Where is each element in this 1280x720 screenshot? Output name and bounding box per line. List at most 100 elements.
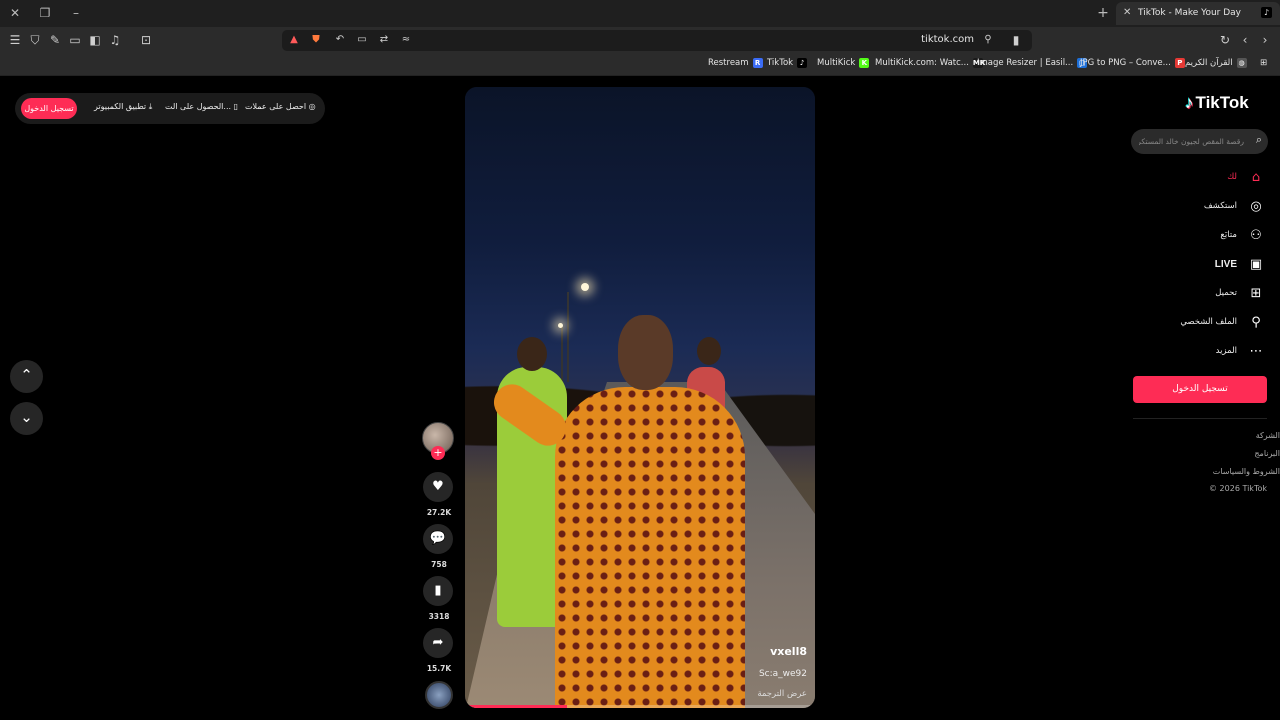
search-box[interactable]: ⌕ <box>1131 129 1268 154</box>
video-username[interactable]: vxell8 <box>770 645 807 658</box>
url-text[interactable]: tiktok.com <box>921 34 974 45</box>
sidebar-divider <box>1133 418 1267 419</box>
bookmark-icon[interactable]: ▮ <box>1008 32 1024 48</box>
bookmark-item[interactable]: MultiKick K <box>817 58 870 68</box>
tiktok-favicon-icon: ♪ <box>1261 7 1272 18</box>
sidebar-item-label: استكشف <box>1203 201 1237 211</box>
video-progress-bar[interactable] <box>465 705 815 708</box>
comment-icon: 💬 <box>429 531 447 546</box>
restore-window-icon[interactable]: ❐ <box>35 4 55 22</box>
profile-icon: ⚲ <box>1251 314 1261 330</box>
sidebar-item-live[interactable]: LIVE ▣ <box>1215 253 1265 275</box>
see-translation-link[interactable]: عرض الترجمة <box>757 689 807 699</box>
footer-terms-link[interactable]: الشروط والسياسات <box>1213 467 1280 476</box>
bookmark-favicon-icon: ♪ <box>797 58 808 68</box>
bookmark-label: Image Resizer | Easil... <box>977 58 1074 68</box>
lamp-light <box>558 323 563 328</box>
search-icon[interactable]: ⌕ <box>1256 133 1262 147</box>
lamp-pole <box>561 327 563 387</box>
video-sound[interactable]: Sc:a_we92 <box>759 669 807 679</box>
like-button[interactable]: ♥ <box>423 472 453 502</box>
next-video-button[interactable]: ⌄ <box>10 402 43 435</box>
screenshot-icon[interactable]: ⊡ <box>138 32 154 48</box>
like-count: 27.2K <box>426 508 452 517</box>
sidebar-item-more[interactable]: المزيد ⋯ <box>1216 340 1265 362</box>
adblock-icon[interactable]: ⛊ <box>308 32 324 48</box>
logo-text: TikTok <box>1195 93 1249 112</box>
address-bar[interactable]: ▲ ⛊ ↶ ▭ ⇄ ≈ tiktok.com ⚲ <box>282 30 1032 51</box>
desktop-app-link[interactable]: تطبيق الكمبيوتر ⤓ <box>94 102 152 112</box>
site-settings-icon[interactable]: ⚲ <box>980 32 996 48</box>
compass-icon: ◎ <box>1250 198 1262 214</box>
minimize-window-icon[interactable]: – <box>66 4 86 22</box>
person-leopard-robe <box>555 387 745 708</box>
close-tab-icon[interactable]: ✕ <box>1123 7 1131 18</box>
video-progress-fill <box>465 705 567 708</box>
music-icon[interactable]: ♫ <box>107 32 123 48</box>
reload-icon[interactable]: ↻ <box>1217 32 1233 48</box>
forward-icon[interactable]: › <box>1257 32 1273 48</box>
browser-tab-bar: ✕ ❐ – + ✕ TikTok - Make Your Day ♪ <box>0 0 1280 27</box>
pin-icon[interactable]: ✎ <box>47 32 63 48</box>
tiktok-logo[interactable]: ♪ TikTok <box>1185 93 1249 113</box>
search-input[interactable] <box>1139 134 1244 149</box>
get-coins-link[interactable]: احصل على عملات ◎ <box>245 102 316 111</box>
sidebar-icon[interactable]: ◧ <box>87 32 103 48</box>
bookmark-item[interactable]: Image Resizer | Easil... ▢ <box>977 58 1088 68</box>
tiktok-page: تسجيل الدخول تطبيق الكمبيوتر ⤓ الحصول عل… <box>0 77 1280 720</box>
reader-icon[interactable]: ≈ <box>398 32 414 48</box>
promo-login-button[interactable]: تسجيل الدخول <box>21 98 77 119</box>
save-count: 3318 <box>428 612 450 621</box>
comment-button[interactable]: 💬 <box>423 524 453 554</box>
bookmark-favicon-icon: K <box>859 58 870 68</box>
save-button[interactable]: ▮ <box>423 576 453 606</box>
previous-video-button[interactable]: ⌃ <box>10 360 43 393</box>
bookmark-label: TikTok <box>767 58 794 68</box>
promo-bar: تسجيل الدخول تطبيق الكمبيوتر ⤓ الحصول عل… <box>15 93 325 124</box>
browser-tab[interactable]: ✕ TikTok - Make Your Day ♪ <box>1116 2 1280 25</box>
bookmark-item[interactable]: TikTok ♪ <box>767 58 808 68</box>
bookmark-item[interactable]: MultiKick.com: Watc... MK <box>875 58 985 68</box>
apps-icon[interactable]: ⊞ <box>1260 58 1267 68</box>
menu-icon[interactable]: ☰ <box>7 32 23 48</box>
bookmarks-bar: Restream R TikTok ♪ MultiKick K MultiKick.com:… <box>0 53 1280 76</box>
sidebar-item-upload[interactable]: تحميل ⊞ <box>1215 282 1265 304</box>
footer-program-link[interactable]: البرنامج <box>1254 449 1280 458</box>
back-icon[interactable]: ‹ <box>1237 32 1253 48</box>
translate-icon[interactable]: ⇄ <box>376 32 392 48</box>
tab-title: TikTok - Make Your Day <box>1138 8 1242 18</box>
footer-company-link[interactable]: الشركة <box>1256 431 1280 440</box>
bookmark-item[interactable]: Restream R <box>708 58 763 68</box>
footer-copyright: © 2026 TikTok <box>1209 484 1267 493</box>
sidebar-item-compass[interactable]: استكشف ◎ <box>1204 195 1265 217</box>
sidebar-item-home[interactable]: لك ⌂ <box>1227 166 1265 188</box>
back-history-icon[interactable]: ↶ <box>332 32 348 48</box>
sidebar-login-button[interactable]: تسجيل الدخول <box>1133 376 1267 403</box>
bookmark-icon: ▮ <box>434 583 442 598</box>
follow-plus-icon[interactable]: + <box>431 446 445 460</box>
music-disc-icon[interactable] <box>425 681 453 709</box>
bookmark-favicon-icon: P <box>1174 58 1185 68</box>
person-head <box>517 337 547 371</box>
aria-icon[interactable]: ▲ <box>286 32 302 48</box>
tabs-icon[interactable]: ▭ <box>67 32 83 48</box>
sidebar-item-label: المزيد <box>1215 346 1237 356</box>
sidebar-item-user-add[interactable]: متابَع ⚇ <box>1220 224 1265 246</box>
lamp-light <box>581 283 589 291</box>
sidebar-item-label: تحميل <box>1215 288 1237 298</box>
sidebar-item-profile[interactable]: الملف الشخصي ⚲ <box>1180 311 1265 333</box>
bookmark-item[interactable]: JPG to PNG – Conve... P <box>1080 58 1185 68</box>
video-player[interactable]: vxell8 Sc:a_we92 عرض الترجمة <box>465 87 815 708</box>
share-button[interactable]: ➦ <box>423 628 453 658</box>
more-icon: ⋯ <box>1249 343 1263 359</box>
devices-icon[interactable]: ▭ <box>354 32 370 48</box>
get-app-link[interactable]: الحصول على الت... ▯ <box>165 102 238 111</box>
upload-icon: ⊞ <box>1250 285 1262 301</box>
heart-icon: ♥ <box>432 479 444 494</box>
bookmark-item[interactable]: القرآن الكريم ◍ <box>1185 58 1247 68</box>
close-window-icon[interactable]: ✕ <box>5 4 25 22</box>
live-icon: ▣ <box>1249 256 1263 272</box>
sidebar-item-label: متابَع <box>1220 230 1237 240</box>
shield-icon[interactable]: ⛉ <box>27 32 43 48</box>
new-tab-icon[interactable]: + <box>1095 4 1111 22</box>
